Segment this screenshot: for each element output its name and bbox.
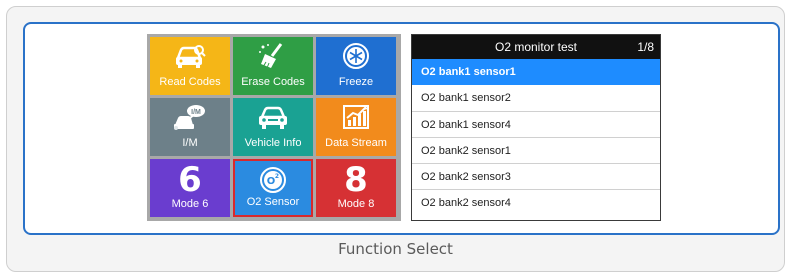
mode-6-tile[interactable]: 6 Mode 6 xyxy=(150,159,230,217)
page-indicator: 1/8 xyxy=(637,40,654,54)
freeze-tile[interactable]: Freeze xyxy=(316,37,396,95)
list-title: O2 monitor test xyxy=(494,40,578,54)
mode-8-label: Mode 8 xyxy=(337,198,375,210)
im-label: I/M xyxy=(182,137,198,149)
o2-sensor-icon: O 2 xyxy=(235,166,311,194)
chart-up-icon xyxy=(316,103,396,131)
mode-6-number: 6 xyxy=(178,160,202,200)
list-item[interactable]: O2 bank1 sensor4 xyxy=(412,112,660,138)
snowflake-icon xyxy=(316,42,396,70)
erase-codes-tile[interactable]: Erase Codes xyxy=(233,37,313,95)
list-item[interactable]: O2 bank1 sensor1 xyxy=(412,59,660,86)
svg-text:2: 2 xyxy=(275,173,279,180)
read-codes-label: Read Codes xyxy=(159,76,221,88)
read-codes-tile[interactable]: Read Codes xyxy=(150,37,230,95)
vehicle-info-label: Vehicle Info xyxy=(244,137,302,149)
list-item[interactable]: O2 bank2 sensor3 xyxy=(412,164,660,191)
list-header: O2 monitor test 1/8 xyxy=(412,35,660,59)
mode-8-tile[interactable]: 8 Mode 8 xyxy=(316,159,396,217)
vehicle-info-tile[interactable]: Vehicle Info xyxy=(233,98,313,156)
o2-monitor-list: O2 monitor test 1/8 O2 bank1 sensor1 O2 … xyxy=(411,34,661,221)
caption: Function Select xyxy=(338,240,453,258)
car-icon xyxy=(233,103,313,131)
list-item[interactable]: O2 bank2 sensor1 xyxy=(412,138,660,165)
list-item[interactable]: O2 bank2 sensor4 xyxy=(412,190,660,216)
mode-8-number: 8 xyxy=(344,160,368,200)
list-item[interactable]: O2 bank1 sensor2 xyxy=(412,85,660,112)
screen-panel xyxy=(23,22,780,235)
data-stream-tile[interactable]: Data Stream xyxy=(316,98,396,156)
freeze-label: Freeze xyxy=(338,76,374,88)
mode-6-label: Mode 6 xyxy=(171,198,209,210)
data-stream-label: Data Stream xyxy=(325,137,387,149)
broom-icon xyxy=(233,42,313,70)
car-search-icon xyxy=(150,42,230,70)
svg-text:I/M: I/M xyxy=(191,109,201,116)
o2-sensor-tile[interactable]: O 2 O2 Sensor xyxy=(233,159,313,217)
im-tile[interactable]: I/M I/M xyxy=(150,98,230,156)
o2-sensor-label: O2 Sensor xyxy=(246,196,300,208)
function-grid: Read Codes Erase Codes Freeze I/M I/M Ve… xyxy=(147,34,401,221)
im-readiness-icon: I/M xyxy=(150,103,230,131)
erase-codes-label: Erase Codes xyxy=(241,76,305,88)
